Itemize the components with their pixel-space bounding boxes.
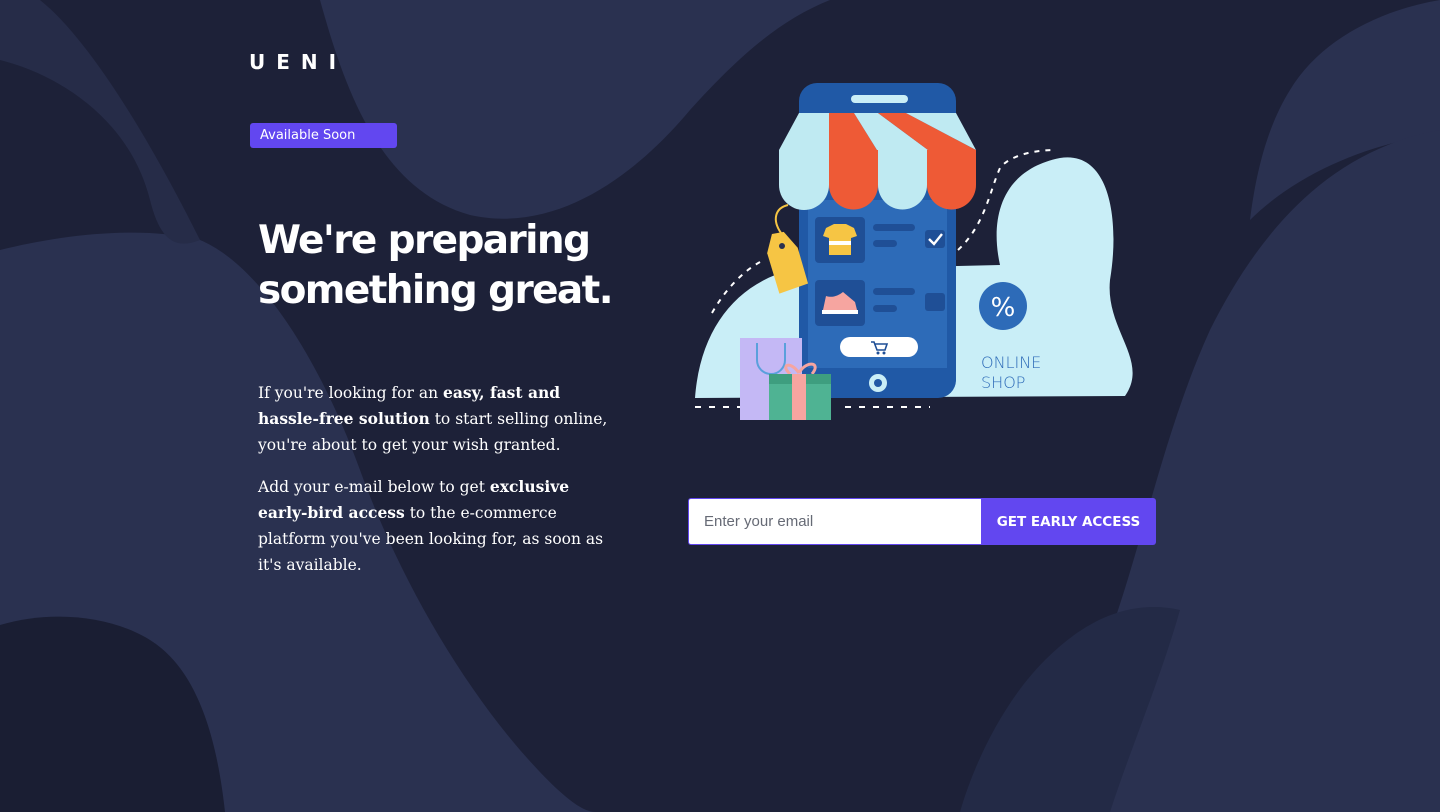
brand-logo[interactable]: UENI xyxy=(249,50,347,74)
page-headline: We're preparing something great. xyxy=(258,216,638,316)
intro-p2-start: Add your e-mail below to get xyxy=(258,478,490,496)
available-soon-badge: Available Soon xyxy=(250,123,397,148)
sneaker-icon xyxy=(815,280,865,326)
online-shop-caption-1: ONLINE xyxy=(981,353,1041,372)
get-early-access-button[interactable]: GET EARLY ACCESS xyxy=(981,498,1156,545)
intro-paragraph-2: Add your e-mail below to get exclusive e… xyxy=(258,474,618,578)
intro-p1-start: If you're looking for an xyxy=(258,384,443,402)
percent-badge-icon: % xyxy=(979,282,1027,330)
headline-line-2: something great. xyxy=(258,268,614,313)
online-shop-illustration: % ONLINE SHOP xyxy=(695,83,1133,420)
intro-paragraph-1: If you're looking for an easy, fast and … xyxy=(258,380,618,458)
checkmark-icon xyxy=(925,230,945,248)
tshirt-icon xyxy=(815,217,865,263)
online-shop-caption-2: SHOP xyxy=(981,373,1025,392)
early-access-form: GET EARLY ACCESS xyxy=(688,498,1156,545)
email-input[interactable] xyxy=(688,498,981,545)
cart-icon xyxy=(840,337,918,357)
headline-line-1: We're preparing xyxy=(258,218,591,263)
percent-symbol: % xyxy=(991,293,1016,323)
